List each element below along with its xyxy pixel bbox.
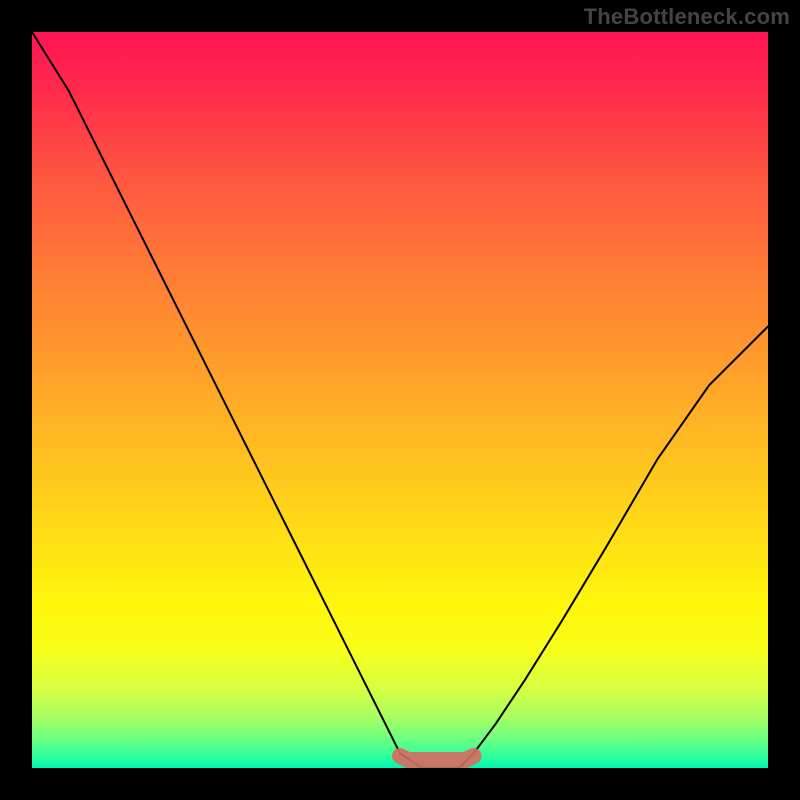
bottleneck-curve [32,32,768,768]
optimal-range-mark [400,756,474,760]
chart-frame: TheBottleneck.com [0,0,800,800]
plot-area [32,32,768,768]
watermark-text: TheBottleneck.com [584,4,790,30]
chart-svg [32,32,768,768]
